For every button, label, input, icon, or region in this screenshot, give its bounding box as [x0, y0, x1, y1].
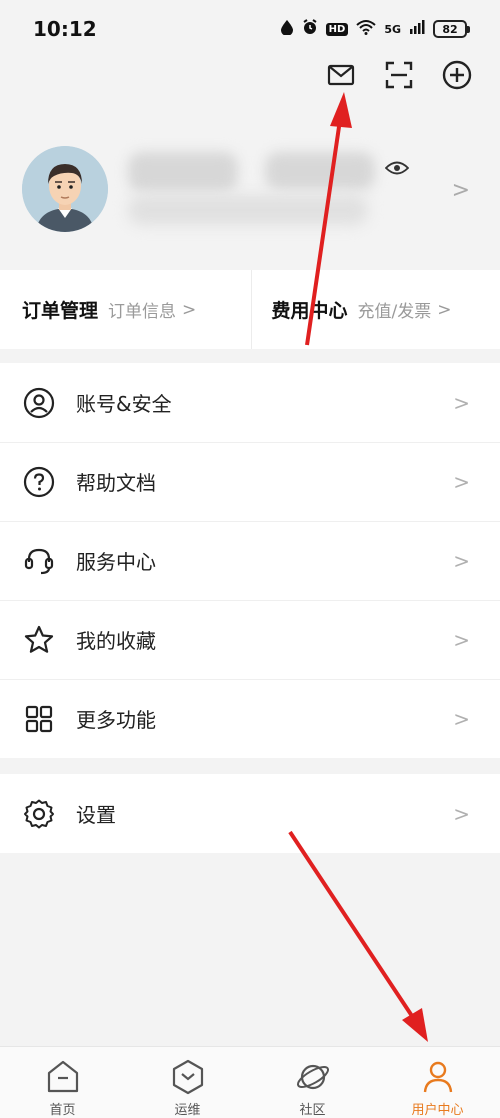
menu-item-favorites[interactable]: 我的收藏 >	[0, 600, 500, 679]
menu-item-more-features[interactable]: 更多功能 >	[0, 679, 500, 758]
chevron-right-icon: >	[453, 548, 470, 573]
menu-item-label: 我的收藏	[76, 629, 156, 653]
profile-header[interactable]: >	[0, 140, 500, 240]
add-icon[interactable]	[442, 60, 472, 90]
network-type: 5G	[384, 22, 401, 36]
water-drop-icon	[280, 19, 294, 39]
billing-center-title: 费用中心	[271, 300, 348, 322]
tab-home[interactable]: 首页	[0, 1047, 125, 1118]
chevron-right-icon: >	[437, 299, 452, 320]
status-icons: HD 5G 82	[280, 19, 470, 39]
menu-item-help-docs[interactable]: 帮助文档 >	[0, 442, 500, 521]
tab-community[interactable]: 社区	[250, 1047, 375, 1118]
menu-item-label: 设置	[76, 803, 116, 827]
order-management-entry[interactable]: 订单管理 订单信息 >	[0, 270, 251, 349]
menu-item-label: 帮助文档	[76, 471, 156, 495]
menu-item-label: 更多功能	[76, 708, 156, 732]
billing-center-entry[interactable]: 费用中心 充值/发票 >	[250, 270, 500, 349]
help-circle-icon	[22, 465, 56, 499]
battery-indicator: 82	[433, 20, 470, 38]
user-icon	[418, 1057, 458, 1097]
planet-icon	[293, 1057, 333, 1097]
menu-item-account-security[interactable]: 账号&安全 >	[0, 363, 500, 442]
menu-item-settings[interactable]: 设置 >	[0, 774, 500, 853]
menu-group-main: 账号&安全 > 帮助文档 > 服务中心 > 我的收藏 > 更多功能 >	[0, 363, 500, 758]
top-actions	[326, 60, 472, 90]
ops-icon	[168, 1057, 208, 1097]
signal-icon	[409, 19, 425, 39]
headset-icon	[22, 544, 56, 578]
chevron-right-icon: >	[453, 627, 470, 652]
chevron-right-icon: >	[453, 706, 470, 731]
order-management-title: 订单管理	[22, 300, 99, 322]
eye-icon[interactable]	[384, 160, 410, 180]
menu-group-settings: 设置 >	[0, 774, 500, 853]
menu-item-label: 账号&安全	[76, 392, 172, 416]
tab-user-center[interactable]: 用户中心	[375, 1047, 500, 1118]
bottom-tab-bar: 首页 运维 社区 用户中心	[0, 1046, 500, 1118]
status-time: 10:12	[33, 17, 97, 41]
settings-icon	[22, 797, 56, 831]
tab-label: 运维	[174, 1103, 201, 1118]
hd-badge: HD	[325, 22, 349, 36]
menu-item-service-center[interactable]: 服务中心 >	[0, 521, 500, 600]
user-circle-icon	[22, 386, 56, 420]
grid-icon	[22, 702, 56, 736]
tab-label: 社区	[299, 1103, 326, 1118]
chevron-right-icon: >	[453, 801, 470, 826]
annotation-arrow-user-center	[288, 830, 428, 1042]
wifi-icon	[356, 19, 376, 39]
home-icon	[43, 1057, 83, 1097]
tab-label: 用户中心	[411, 1103, 464, 1118]
star-icon	[22, 623, 56, 657]
chevron-right-icon: >	[453, 469, 470, 494]
chevron-right-icon: >	[453, 390, 470, 415]
orders-strip: 订单管理 订单信息 > 费用中心 充值/发票 >	[0, 270, 500, 349]
billing-center-subtitle: 充值/发票	[357, 302, 432, 322]
avatar[interactable]	[22, 146, 108, 232]
tab-ops[interactable]: 运维	[125, 1047, 250, 1118]
alarm-icon	[302, 19, 318, 39]
chevron-right-icon: >	[182, 299, 197, 320]
tab-label: 首页	[49, 1103, 76, 1118]
scan-icon[interactable]	[384, 60, 414, 90]
status-bar: 10:12 HD 5G 82	[0, 0, 500, 58]
menu-item-label: 服务中心	[76, 550, 156, 574]
order-management-subtitle: 订单信息	[108, 302, 177, 322]
profile-chevron-icon: >	[451, 178, 470, 203]
battery-level: 82	[433, 20, 467, 38]
mail-icon[interactable]	[326, 60, 356, 90]
